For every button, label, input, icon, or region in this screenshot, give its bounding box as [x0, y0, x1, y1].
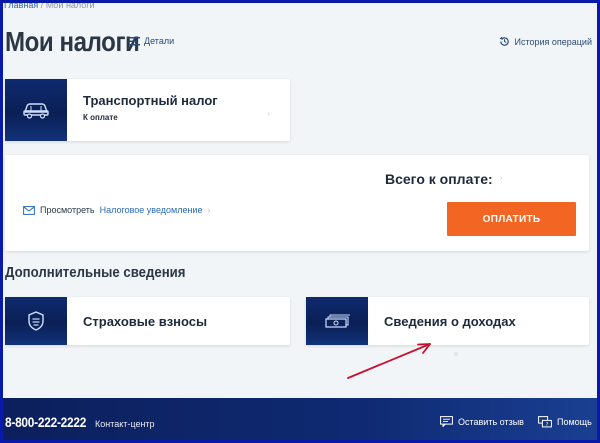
total-due-chevron: ›	[500, 175, 503, 182]
svg-text:?: ?	[546, 422, 549, 428]
contact-center-label: Контакт-центр	[95, 419, 155, 429]
insurance-card-title: Страховые взносы	[83, 314, 208, 329]
help-label: Помощь	[557, 417, 592, 427]
income-card-title: Сведения о доходах	[384, 314, 516, 329]
decorative-dot	[454, 352, 458, 356]
envelope-icon	[23, 205, 35, 215]
help-icon: ?	[538, 416, 552, 428]
transport-card-status: К оплате	[83, 113, 118, 122]
feedback-icon	[440, 416, 453, 427]
breadcrumb-current: Мои налоги	[45, 0, 95, 10]
transport-card-title: Транспортный налог	[83, 93, 218, 108]
breadcrumb-separator: /	[40, 0, 44, 10]
insurance-card-icon-panel	[5, 297, 67, 345]
feedback-button[interactable]: Оставить отзыв	[440, 416, 524, 427]
annotation-arrow	[347, 343, 431, 379]
total-due-label: Всего к оплате:	[385, 171, 493, 187]
page-title: Мои налоги	[5, 26, 140, 57]
insurance-contributions-card[interactable]: Страховые взносы	[5, 297, 290, 345]
history-button[interactable]: История операций	[499, 36, 592, 47]
details-button[interactable]: Детали	[129, 36, 174, 46]
additional-info-heading: Дополнительные сведения	[5, 264, 186, 281]
details-label: Детали	[144, 36, 175, 46]
car-icon	[23, 103, 49, 119]
tax-notice-chevron: ›	[207, 205, 211, 215]
shield-icon	[28, 311, 44, 331]
chevron-right-icon: ›	[267, 109, 270, 118]
details-list-icon	[129, 36, 140, 45]
tax-notice-row: Просмотреть Налоговое уведомление ›	[23, 205, 210, 215]
breadcrumb: Главная / Мои налоги	[4, 0, 95, 11]
site-footer: 8-800-222-2222 Контакт-центр Оставить от…	[0, 398, 600, 443]
transport-tax-card[interactable]: Транспортный налог К оплате ›	[5, 79, 290, 141]
history-clock-icon	[500, 36, 510, 46]
feedback-label: Оставить отзыв	[458, 416, 524, 427]
history-label: История операций	[514, 36, 592, 47]
tax-notice-prefix: Просмотреть	[40, 205, 95, 215]
help-button[interactable]: ? Помощь	[538, 416, 592, 428]
money-stack-icon	[325, 314, 350, 328]
payment-panel: Просмотреть Налоговое уведомление › Всег…	[5, 155, 589, 251]
contact-phone[interactable]: 8-800-222-2222	[5, 414, 86, 430]
tax-notice-link[interactable]: Налоговое уведомление	[100, 205, 203, 215]
transport-card-icon-panel	[5, 79, 67, 141]
pay-button[interactable]: ОПЛАТИТЬ	[447, 202, 576, 236]
breadcrumb-home-link[interactable]: Главная	[4, 0, 38, 10]
